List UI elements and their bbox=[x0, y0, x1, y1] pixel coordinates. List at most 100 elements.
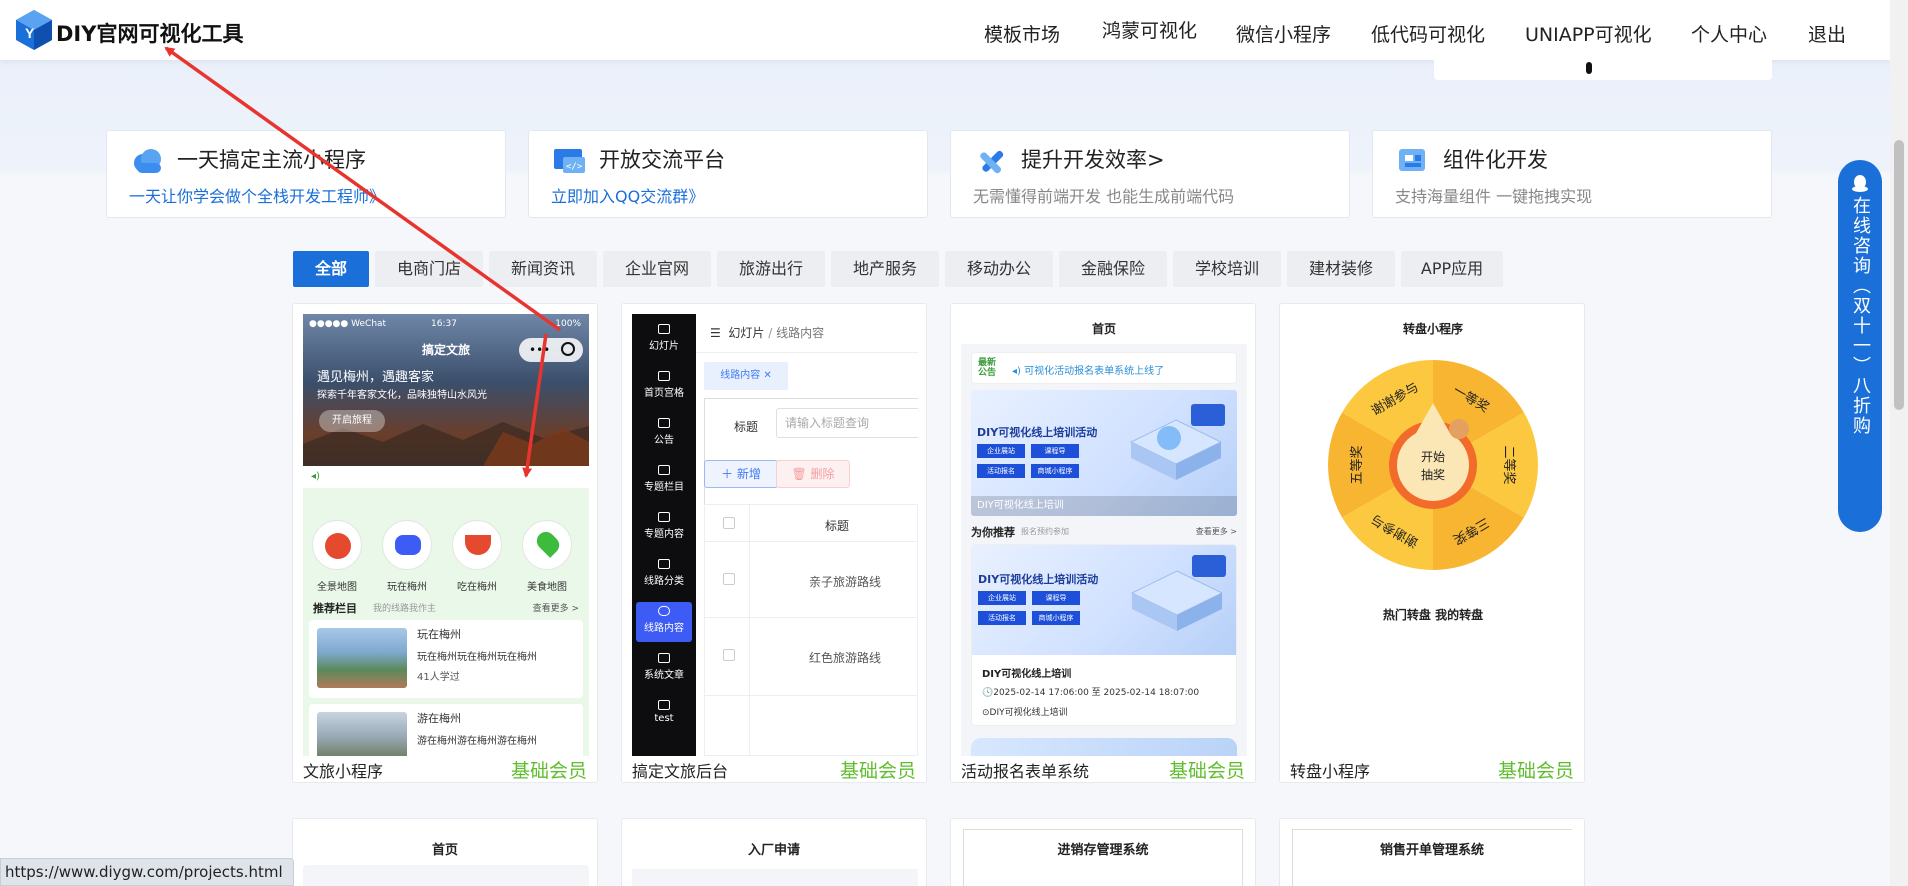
template-card-lucky-wheel[interactable]: 转盘小程序 一等奖 二等奖 三等奖 谢谢参与 五等奖 谢谢参与 开始 抽奖 热门… bbox=[1279, 303, 1585, 783]
nav-personal-center[interactable]: 个人中心 bbox=[1691, 20, 1767, 47]
nav-logout[interactable]: 退出 bbox=[1808, 20, 1846, 47]
notice-badge: 最新公告 bbox=[978, 358, 997, 378]
event-card: DIY可视化线上培训活动 企业展站 课程导 活动报名 商城小程序 DIY可视化线… bbox=[971, 544, 1237, 726]
event-title: DIY可视化线上培训 bbox=[982, 669, 1072, 680]
feature-card-components[interactable]: 组件化开发 支持海量组件 一键拖拽实现 bbox=[1372, 130, 1772, 218]
tab-all[interactable]: 全部 bbox=[293, 251, 369, 287]
menu-icon: ☰ bbox=[710, 326, 721, 340]
sidebar-item: 系统文章 bbox=[632, 649, 696, 689]
status-bar-url: https://www.diygw.com/projects.html bbox=[0, 858, 294, 886]
feature-card-miniprogram[interactable]: 一天搞定主流小程序 一天让你学会做个全栈开发工程师》 bbox=[106, 130, 506, 218]
miniapp-body: ◂) 全景地图 玩在梅州 吃在梅州 美食地图 推荐栏目 我的线路我作主 查看更多… bbox=[303, 466, 589, 756]
speaker-icon: ◂) bbox=[1012, 366, 1025, 377]
banner-indicator bbox=[1586, 62, 1592, 74]
template-card-culture-travel[interactable]: ●●●●● WeChat 16:37 100% 搞定文旅 ••• 遇见梅州，遇趣… bbox=[292, 303, 598, 783]
logo-icon[interactable]: Y bbox=[12, 8, 56, 52]
qq-penguin-icon bbox=[1852, 175, 1868, 192]
tab-travel[interactable]: 旅游出行 bbox=[717, 251, 825, 287]
member-tag: 基础会员 bbox=[510, 760, 587, 782]
nav-harmony[interactable]: 鸿蒙可视化 bbox=[1102, 16, 1197, 43]
hero-line2: 探索千年客家文化，品味独特山水风光 bbox=[317, 390, 487, 401]
category-food-map: 美食地图 bbox=[517, 520, 577, 593]
trash-icon: 🗑 bbox=[791, 467, 807, 481]
template-card-row2[interactable]: 入厂申请 bbox=[621, 818, 927, 886]
sidebar-item: 公告 bbox=[632, 414, 696, 454]
svg-text:</>: </> bbox=[566, 162, 583, 172]
tab-mobile-office[interactable]: 移动办公 bbox=[945, 251, 1053, 287]
top-header: Y DIY官网可视化工具 模板市场 鸿蒙可视化 微信小程序 低代码可视化 UNI… bbox=[0, 0, 1890, 60]
nav-lowcode[interactable]: 低代码可视化 bbox=[1371, 20, 1485, 47]
sidebar-item: 幻灯片 bbox=[632, 320, 696, 360]
speaker-icon: ◂) bbox=[311, 471, 320, 482]
member-tag: 基础会员 bbox=[839, 760, 916, 782]
tab-finance[interactable]: 金融保险 bbox=[1059, 251, 1167, 287]
hero-line1: 遇见梅州，遇趣客家 bbox=[317, 370, 435, 385]
template-preview: 幻灯片 首页宫格 公告 专题栏目 专题内容 线路分类 线路内容 系统文章 tes… bbox=[632, 314, 918, 756]
svg-text:Y: Y bbox=[25, 25, 35, 41]
vertical-scrollbar[interactable] bbox=[1890, 0, 1908, 886]
template-card-row2[interactable]: 首页 bbox=[292, 818, 598, 886]
breadcrumb: ☰ 幻灯片 / 线路内容 bbox=[710, 326, 825, 340]
member-tag: 基础会员 bbox=[1497, 760, 1574, 782]
online-consult-float[interactable]: 在线咨询（双十一）八折购 bbox=[1838, 160, 1882, 532]
draw-label: 抽奖 bbox=[1421, 468, 1445, 482]
tab-corporate[interactable]: 企业官网 bbox=[603, 251, 711, 287]
feature-title: 提升开发效率> bbox=[1021, 148, 1165, 172]
banner-chip: 企业展站 bbox=[977, 444, 1025, 458]
checkbox bbox=[723, 649, 735, 661]
scrollbar-thumb[interactable] bbox=[1894, 140, 1904, 410]
item-title: 游在梅州 bbox=[417, 712, 461, 725]
list-item: 游在梅州 游在梅州游在梅州游在梅州 bbox=[309, 704, 583, 756]
tab-realestate[interactable]: 地产服务 bbox=[831, 251, 939, 287]
item-meta: 41人学过 bbox=[417, 672, 460, 683]
route-tab: 线路内容 ✕ bbox=[704, 362, 788, 390]
title-search-input: 请输入标题查询 bbox=[776, 408, 918, 438]
template-card-admin[interactable]: 幻灯片 首页宫格 公告 专题栏目 专题内容 线路分类 线路内容 系统文章 tes… bbox=[621, 303, 927, 783]
feature-card-efficiency[interactable]: 提升开发效率> 无需懂得前端开发 也能生成前端代码 bbox=[950, 130, 1350, 218]
platform-illustration bbox=[1129, 404, 1225, 480]
rec-title: 为你推荐 bbox=[971, 526, 1015, 539]
tab-building[interactable]: 建材装修 bbox=[1287, 251, 1395, 287]
site-logo-text[interactable]: DIY官网可视化工具 bbox=[56, 18, 243, 48]
tab-news[interactable]: 新闻资讯 bbox=[489, 251, 597, 287]
wechat-capsule: ••• bbox=[519, 338, 583, 362]
nav-template-market[interactable]: 模板市场 bbox=[984, 20, 1060, 47]
character-icon bbox=[1449, 419, 1469, 439]
feature-link[interactable]: 一天让你学会做个全栈开发工程师》 bbox=[129, 183, 385, 207]
category-label: 吃在梅州 bbox=[457, 582, 497, 593]
event-time: 🕓2025-02-14 17:06:00 至 2025-02-14 18:07:… bbox=[982, 688, 1200, 698]
category-panorama: 全景地图 bbox=[307, 520, 367, 593]
checkbox bbox=[723, 573, 735, 585]
item-desc: 玩在梅州玩在梅州玩在梅州 bbox=[417, 652, 537, 663]
template-card-row2[interactable]: 销售开单管理系统 bbox=[1279, 818, 1585, 886]
template-name: 文旅小程序 bbox=[303, 762, 384, 781]
template-preview-title: 进销存管理系统 bbox=[1057, 843, 1149, 858]
tab-app[interactable]: APP应用 bbox=[1401, 251, 1503, 287]
prize-label: 五等奖 bbox=[1349, 445, 1365, 484]
rec-more: 查看更多 > bbox=[532, 604, 579, 614]
nav-uniapp[interactable]: UNIAPP可视化 bbox=[1525, 20, 1652, 47]
page-title: 首页 bbox=[1091, 322, 1116, 336]
feature-card-community[interactable]: </> 开放交流平台 立即加入QQ交流群》 bbox=[528, 130, 928, 218]
feature-desc: 无需懂得前端开发 也能生成前端代码 bbox=[973, 187, 1235, 206]
rec-subtitle: 我的线路我作主 bbox=[373, 604, 437, 614]
template-card-event-signup[interactable]: 首页 最新公告 ◂) 可视化活动报名表单系统上线了 DIY可视化线上培训活动 企… bbox=[950, 303, 1256, 783]
item-thumbnail bbox=[317, 628, 407, 688]
tab-education[interactable]: 学校培训 bbox=[1173, 251, 1281, 287]
notice-bar: ◂) bbox=[303, 466, 589, 488]
sidebar-item: 专题内容 bbox=[632, 508, 696, 548]
start-journey-button: 开启旅程 bbox=[319, 410, 385, 432]
start-label: 开始 bbox=[1421, 450, 1445, 464]
delete-button: 🗑 删除 bbox=[776, 460, 850, 488]
feature-link[interactable]: 立即加入QQ交流群》 bbox=[551, 183, 704, 207]
next-banner bbox=[971, 738, 1237, 756]
banner-title: DIY可视化线上培训活动 bbox=[977, 426, 1098, 439]
page-title: 转盘小程序 bbox=[1402, 322, 1463, 336]
code-screen-icon: </> bbox=[554, 149, 585, 173]
list-item: 玩在梅州 玩在梅州玩在梅州玩在梅州 41人学过 bbox=[309, 620, 583, 698]
nav-wechat-miniprogram[interactable]: 微信小程序 bbox=[1236, 20, 1331, 47]
feature-title: 开放交流平台 bbox=[599, 148, 725, 172]
template-card-row2[interactable]: 进销存管理系统 bbox=[950, 818, 1256, 886]
category-label: 美食地图 bbox=[527, 582, 567, 593]
tab-ecommerce[interactable]: 电商门店 bbox=[375, 251, 483, 287]
